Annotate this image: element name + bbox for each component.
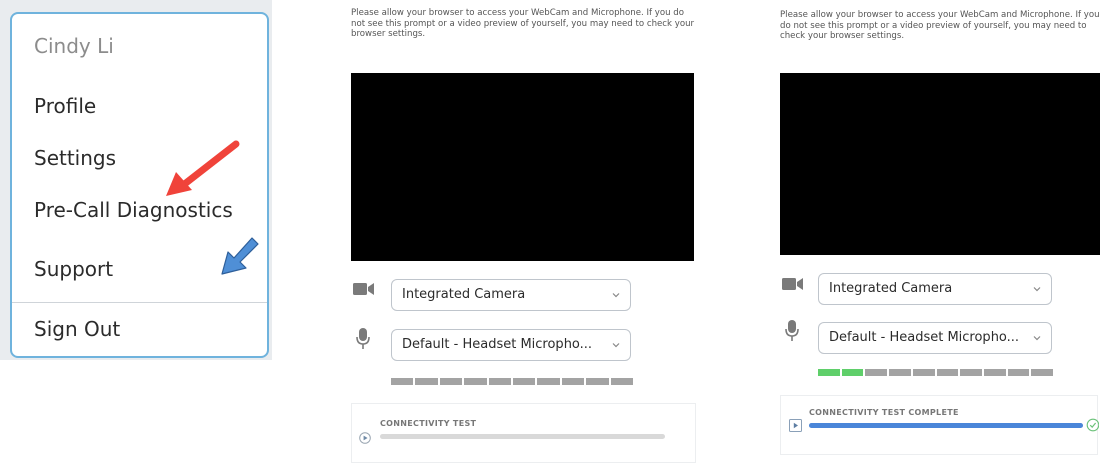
diagnostics-panel-after: Please allow your browser to access your…: [780, 0, 1100, 463]
microphone-icon: [356, 328, 370, 349]
video-camera-icon: [782, 278, 803, 290]
menu-item-settings[interactable]: Settings: [34, 146, 116, 170]
mic-level-segment: [1031, 369, 1054, 376]
mic-level-segment: [818, 369, 840, 376]
menu-user-name: Cindy Li: [34, 34, 114, 58]
check-circle-icon: [1086, 418, 1099, 432]
mic-level-segment: [561, 378, 585, 385]
play-icon[interactable]: [789, 419, 802, 432]
camera-select-value: Integrated Camera: [829, 281, 953, 296]
permission-instructions: Please allow your browser to access your…: [780, 10, 1100, 41]
mic-level-segment: [464, 378, 487, 385]
chevron-down-icon: [612, 293, 620, 298]
menu-item-profile[interactable]: Profile: [34, 94, 96, 118]
microphone-select-value: Default - Headset Micropho...: [829, 330, 1020, 345]
mic-level-meter: [818, 369, 1054, 376]
screenshot-stage: Cindy Li Profile Settings Pre-Call Diagn…: [0, 0, 1100, 463]
mic-level-segment: [960, 369, 982, 376]
connectivity-progress-bar: [809, 423, 1083, 428]
mic-level-segment: [1007, 369, 1030, 376]
permission-instructions: Please allow your browser to access your…: [351, 8, 695, 39]
chevron-down-icon: [612, 343, 620, 348]
mic-level-segment: [912, 369, 935, 376]
camera-select[interactable]: Integrated Camera: [818, 273, 1052, 305]
mic-level-segment: [537, 378, 560, 385]
mic-level-segment: [889, 369, 911, 376]
mic-level-segment: [415, 378, 438, 385]
mic-level-segment: [936, 369, 959, 376]
mic-level-segment: [865, 369, 888, 376]
mic-level-meter: [391, 378, 634, 385]
mic-level-segment: [983, 369, 1006, 376]
mic-level-segment: [488, 378, 512, 385]
connectivity-test-title: CONNECTIVITY TEST COMPLETE: [809, 408, 959, 417]
connectivity-test-card: CONNECTIVITY TEST COMPLETE: [780, 395, 1099, 455]
chevron-down-icon: [1033, 336, 1041, 341]
menu-divider: [12, 302, 267, 303]
blue-arrow-icon: [221, 237, 259, 275]
mic-level-segment: [610, 378, 634, 385]
menu-item-sign-out[interactable]: Sign Out: [34, 317, 120, 341]
connectivity-progress-fill: [809, 423, 1083, 428]
microphone-icon: [785, 320, 799, 341]
microphone-select[interactable]: Default - Headset Micropho...: [818, 322, 1052, 354]
mic-level-segment: [586, 378, 609, 385]
mic-level-segment: [841, 369, 864, 376]
chevron-down-icon: [1033, 287, 1041, 292]
microphone-select[interactable]: Default - Headset Micropho...: [391, 329, 631, 361]
microphone-select-value: Default - Headset Micropho...: [402, 337, 593, 352]
video-camera-icon: [353, 283, 374, 295]
mic-level-segment: [513, 378, 536, 385]
connectivity-test-title: CONNECTIVITY TEST: [380, 419, 477, 428]
connectivity-test-card: CONNECTIVITY TEST: [351, 403, 696, 463]
video-preview: [780, 73, 1100, 255]
video-preview: [351, 73, 694, 261]
diagnostics-panel-before: Please allow your browser to access your…: [351, 0, 696, 463]
mic-level-segment: [439, 378, 463, 385]
camera-select[interactable]: Integrated Camera: [391, 279, 631, 311]
red-arrow-icon: [166, 140, 240, 196]
camera-select-value: Integrated Camera: [402, 287, 526, 302]
menu-item-support[interactable]: Support: [34, 257, 113, 281]
play-icon[interactable]: [359, 432, 371, 444]
menu-item-pre-call-diagnostics[interactable]: Pre-Call Diagnostics: [34, 198, 233, 222]
connectivity-progress-bar: [380, 434, 665, 439]
mic-level-segment: [391, 378, 414, 385]
